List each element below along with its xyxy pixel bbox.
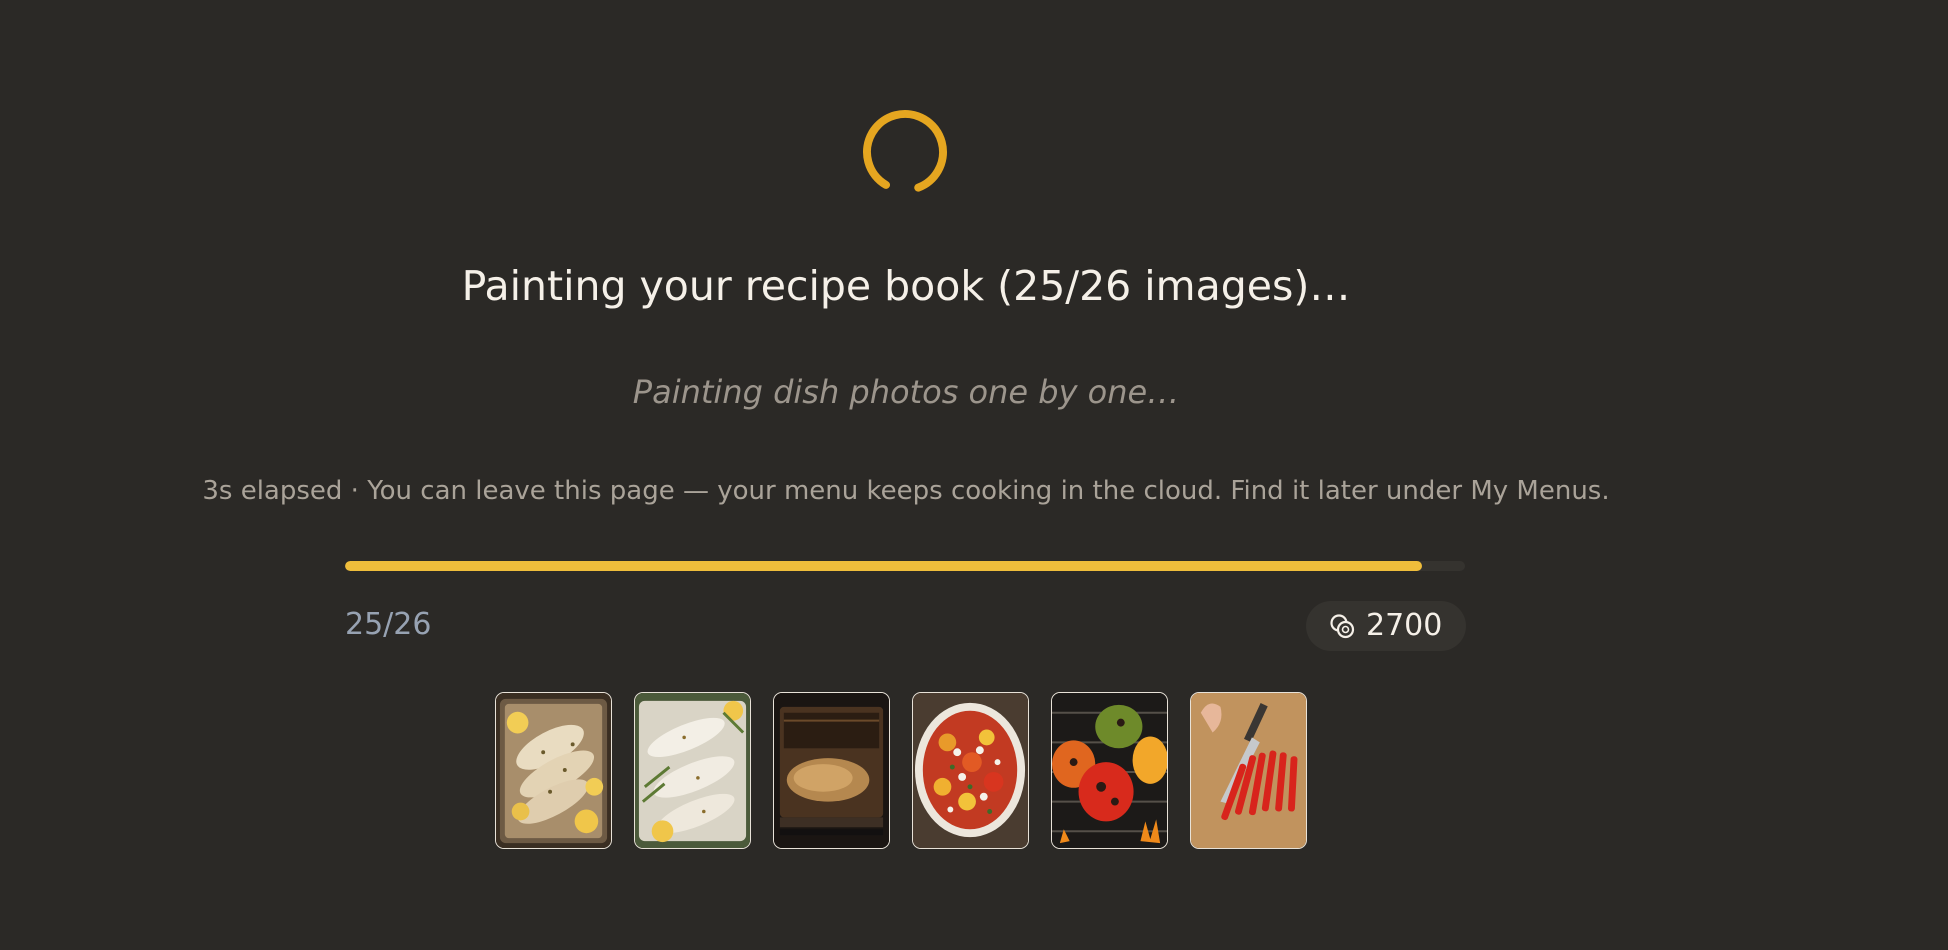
thumb-pepper-feta-salad[interactable] [912,692,1029,849]
dish-image [635,693,750,848]
dish-image [1052,693,1167,848]
progress-count: 25/26 [345,607,432,642]
credits-value: 2700 [1366,608,1443,643]
elapsed-info-text: 3s elapsed · You can leave this page — y… [202,476,1610,506]
thumb-fish-in-oven[interactable] [773,692,890,849]
progress-title: Painting your recipe book (25/26 images)… [461,262,1351,310]
progress-subtitle: Painting dish photos one by one… [632,373,1180,411]
dish-image [1191,693,1306,848]
thumb-baked-fish-lemon[interactable] [495,692,612,849]
loading-spinner-icon [863,110,947,194]
dish-image [774,693,889,848]
thumbnail-strip [495,692,1307,849]
coins-icon [1330,614,1355,639]
generation-progress-screen: Painting your recipe book (25/26 images)… [0,0,1948,950]
dish-image [496,693,611,848]
progress-bar [345,561,1465,571]
dish-image [913,693,1028,848]
thumb-fish-fillets-herbs[interactable] [634,692,751,849]
progress-bar-fill [345,561,1422,571]
credits-badge: 2700 [1306,601,1466,651]
thumb-slicing-red-peppers[interactable] [1190,692,1307,849]
thumb-grilled-peppers[interactable] [1051,692,1168,849]
